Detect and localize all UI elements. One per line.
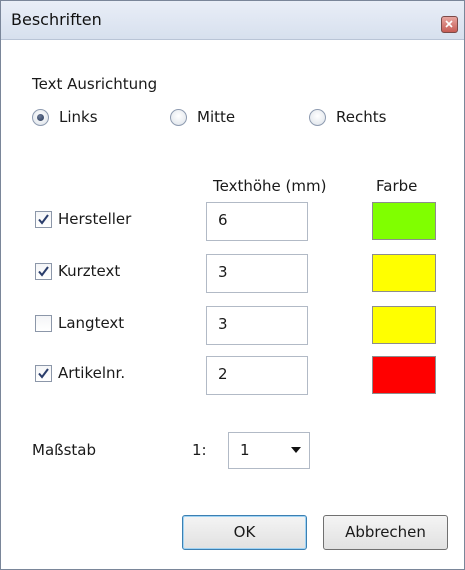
scale-label: Maßstab [32, 441, 96, 459]
checkbox-label: Hersteller [58, 210, 132, 228]
radio-label: Rechts [336, 108, 387, 126]
dialog-window: Beschriften Text Ausrichtung Links Mitte… [0, 0, 465, 570]
height-input-value: 6 [218, 211, 228, 229]
color-swatch-langtext[interactable] [372, 306, 436, 344]
checkbox-label: Artikelnr. [58, 364, 126, 382]
close-icon [445, 20, 453, 28]
color-swatch-hersteller[interactable] [372, 202, 436, 240]
alignment-group-label: Text Ausrichtung [32, 75, 158, 93]
checkbox[interactable] [35, 365, 52, 382]
checkbox-label: Kurztext [58, 262, 121, 280]
scale-select[interactable]: 1 [228, 432, 310, 469]
height-input-value: 3 [218, 315, 228, 333]
ok-button[interactable]: OK [182, 515, 307, 550]
radio-selected-dot [37, 114, 44, 121]
column-header-height: Texthöhe (mm) [213, 177, 327, 195]
dropdown-arrow-icon [291, 447, 301, 453]
scale-select-value: 1 [240, 441, 250, 459]
close-button[interactable] [441, 16, 458, 33]
radio-button[interactable] [170, 109, 187, 126]
checkbox[interactable] [35, 211, 52, 228]
radio-label: Links [59, 108, 98, 126]
height-input-artikelnr[interactable]: 2 [206, 356, 308, 395]
color-swatch-kurztext[interactable] [372, 254, 436, 292]
dialog-content: Text Ausrichtung Links Mitte Rechts Text… [1, 40, 464, 569]
checkmark-icon [38, 266, 49, 277]
cancel-button[interactable]: Abbrechen [323, 515, 448, 550]
window-title: Beschriften [11, 10, 102, 29]
radio-button[interactable] [309, 109, 326, 126]
scale-prefix: 1: [192, 441, 207, 459]
title-bar[interactable]: Beschriften [1, 1, 464, 40]
height-input-hersteller[interactable]: 6 [206, 202, 308, 241]
checkbox[interactable] [35, 315, 52, 332]
height-input-value: 2 [218, 365, 228, 383]
radio-label: Mitte [197, 108, 236, 126]
color-swatch-artikelnr[interactable] [372, 356, 436, 394]
height-input-kurztext[interactable]: 3 [206, 254, 308, 293]
column-header-color: Farbe [376, 177, 418, 195]
height-input-langtext[interactable]: 3 [206, 306, 308, 345]
height-input-value: 3 [218, 263, 228, 281]
checkbox-label: Langtext [58, 314, 125, 332]
checkmark-icon [38, 214, 49, 225]
radio-button[interactable] [32, 109, 49, 126]
checkbox[interactable] [35, 263, 52, 280]
checkmark-icon [38, 368, 49, 379]
